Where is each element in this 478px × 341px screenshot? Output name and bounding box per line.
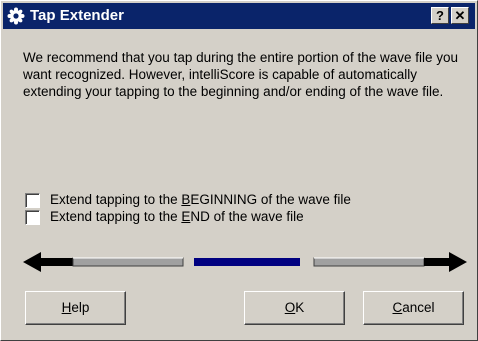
extend-beginning-checkbox[interactable]: [25, 192, 40, 208]
timeline-graphic: [23, 252, 467, 272]
help-title-button[interactable]: ?: [431, 7, 449, 24]
tapped-region-bar: [194, 258, 300, 266]
tap-extender-dialog: Tap Extender ? ✕ We recommend that you t…: [0, 0, 478, 341]
right-extension-bar: [313, 257, 425, 267]
arrow-right-icon: [424, 252, 467, 272]
extend-beginning-option[interactable]: Extend tapping to the BEGINNING of the w…: [25, 192, 351, 208]
gear-icon: [7, 7, 25, 25]
extend-end-checkbox[interactable]: [25, 209, 40, 225]
window-title: Tap Extender: [30, 7, 124, 24]
help-button[interactable]: Help: [25, 291, 126, 325]
close-icon: ✕: [454, 8, 466, 23]
instruction-text: We recommend that you tap during the ent…: [23, 50, 458, 99]
title-bar[interactable]: Tap Extender ? ✕: [3, 3, 475, 29]
question-mark-icon: ?: [436, 8, 444, 23]
cancel-button[interactable]: Cancel: [363, 291, 464, 325]
extend-end-option[interactable]: Extend tapping to the END of the wave fi…: [25, 209, 304, 225]
left-extension-bar: [72, 257, 184, 267]
extend-beginning-label[interactable]: Extend tapping to the BEGINNING of the w…: [50, 192, 351, 208]
extend-end-label[interactable]: Extend tapping to the END of the wave fi…: [50, 209, 304, 225]
close-button[interactable]: ✕: [451, 7, 469, 24]
arrow-left-icon: [23, 252, 73, 272]
ok-button[interactable]: OK: [244, 291, 345, 325]
